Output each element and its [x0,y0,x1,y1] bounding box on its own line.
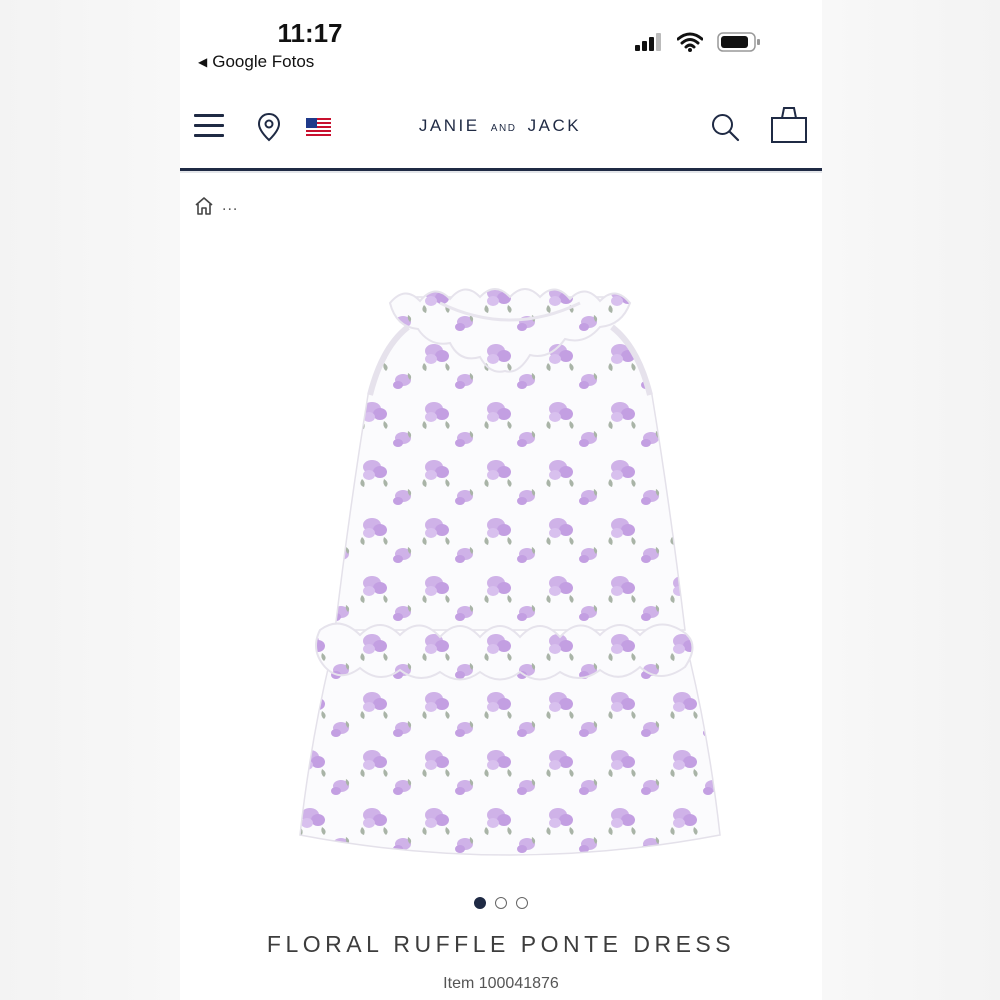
carousel-dot-2[interactable] [495,897,507,909]
back-app-label: Google Fotos [212,52,315,71]
breadcrumb: ... [194,196,238,216]
home-icon[interactable] [194,196,214,216]
product-title: FLORAL RUFFLE PONTE DRESS [266,931,736,957]
status-icons [635,30,775,54]
phone-screen: 11:17 ◀ Google Fotos JANIE AND JACK ... … [180,0,822,1000]
signal-icon [635,33,661,51]
back-arrow-icon: ◀ [198,55,208,69]
battery-icon [717,32,760,52]
header-shadow [180,171,822,173]
wifi-icon [677,32,703,52]
left-margin [0,0,180,1000]
carousel-dot-1[interactable] [474,897,486,909]
product-item-number: Item 100041876 [443,975,559,992]
status-time: 11:17 [277,18,343,48]
us-flag-icon[interactable] [306,118,331,136]
right-margin [822,0,1000,1000]
brand-word-janie: JANIE [418,116,480,135]
shopping-bag-icon[interactable] [770,106,808,144]
back-to-app-link[interactable]: ◀ Google Fotos [198,52,314,72]
search-icon[interactable] [710,112,740,142]
breadcrumb-more[interactable]: ... [222,197,238,215]
map-pin-icon[interactable] [257,112,281,142]
product-image[interactable] [290,275,730,870]
brand-word-and: AND [490,123,517,134]
hamburger-icon[interactable] [194,114,224,140]
brand-logo[interactable]: JANIE AND JACK [350,116,650,136]
carousel-dots [180,897,822,909]
brand-word-jack: JACK [527,116,582,135]
carousel-dot-3[interactable] [516,897,528,909]
site-header: JANIE AND JACK [180,88,822,168]
